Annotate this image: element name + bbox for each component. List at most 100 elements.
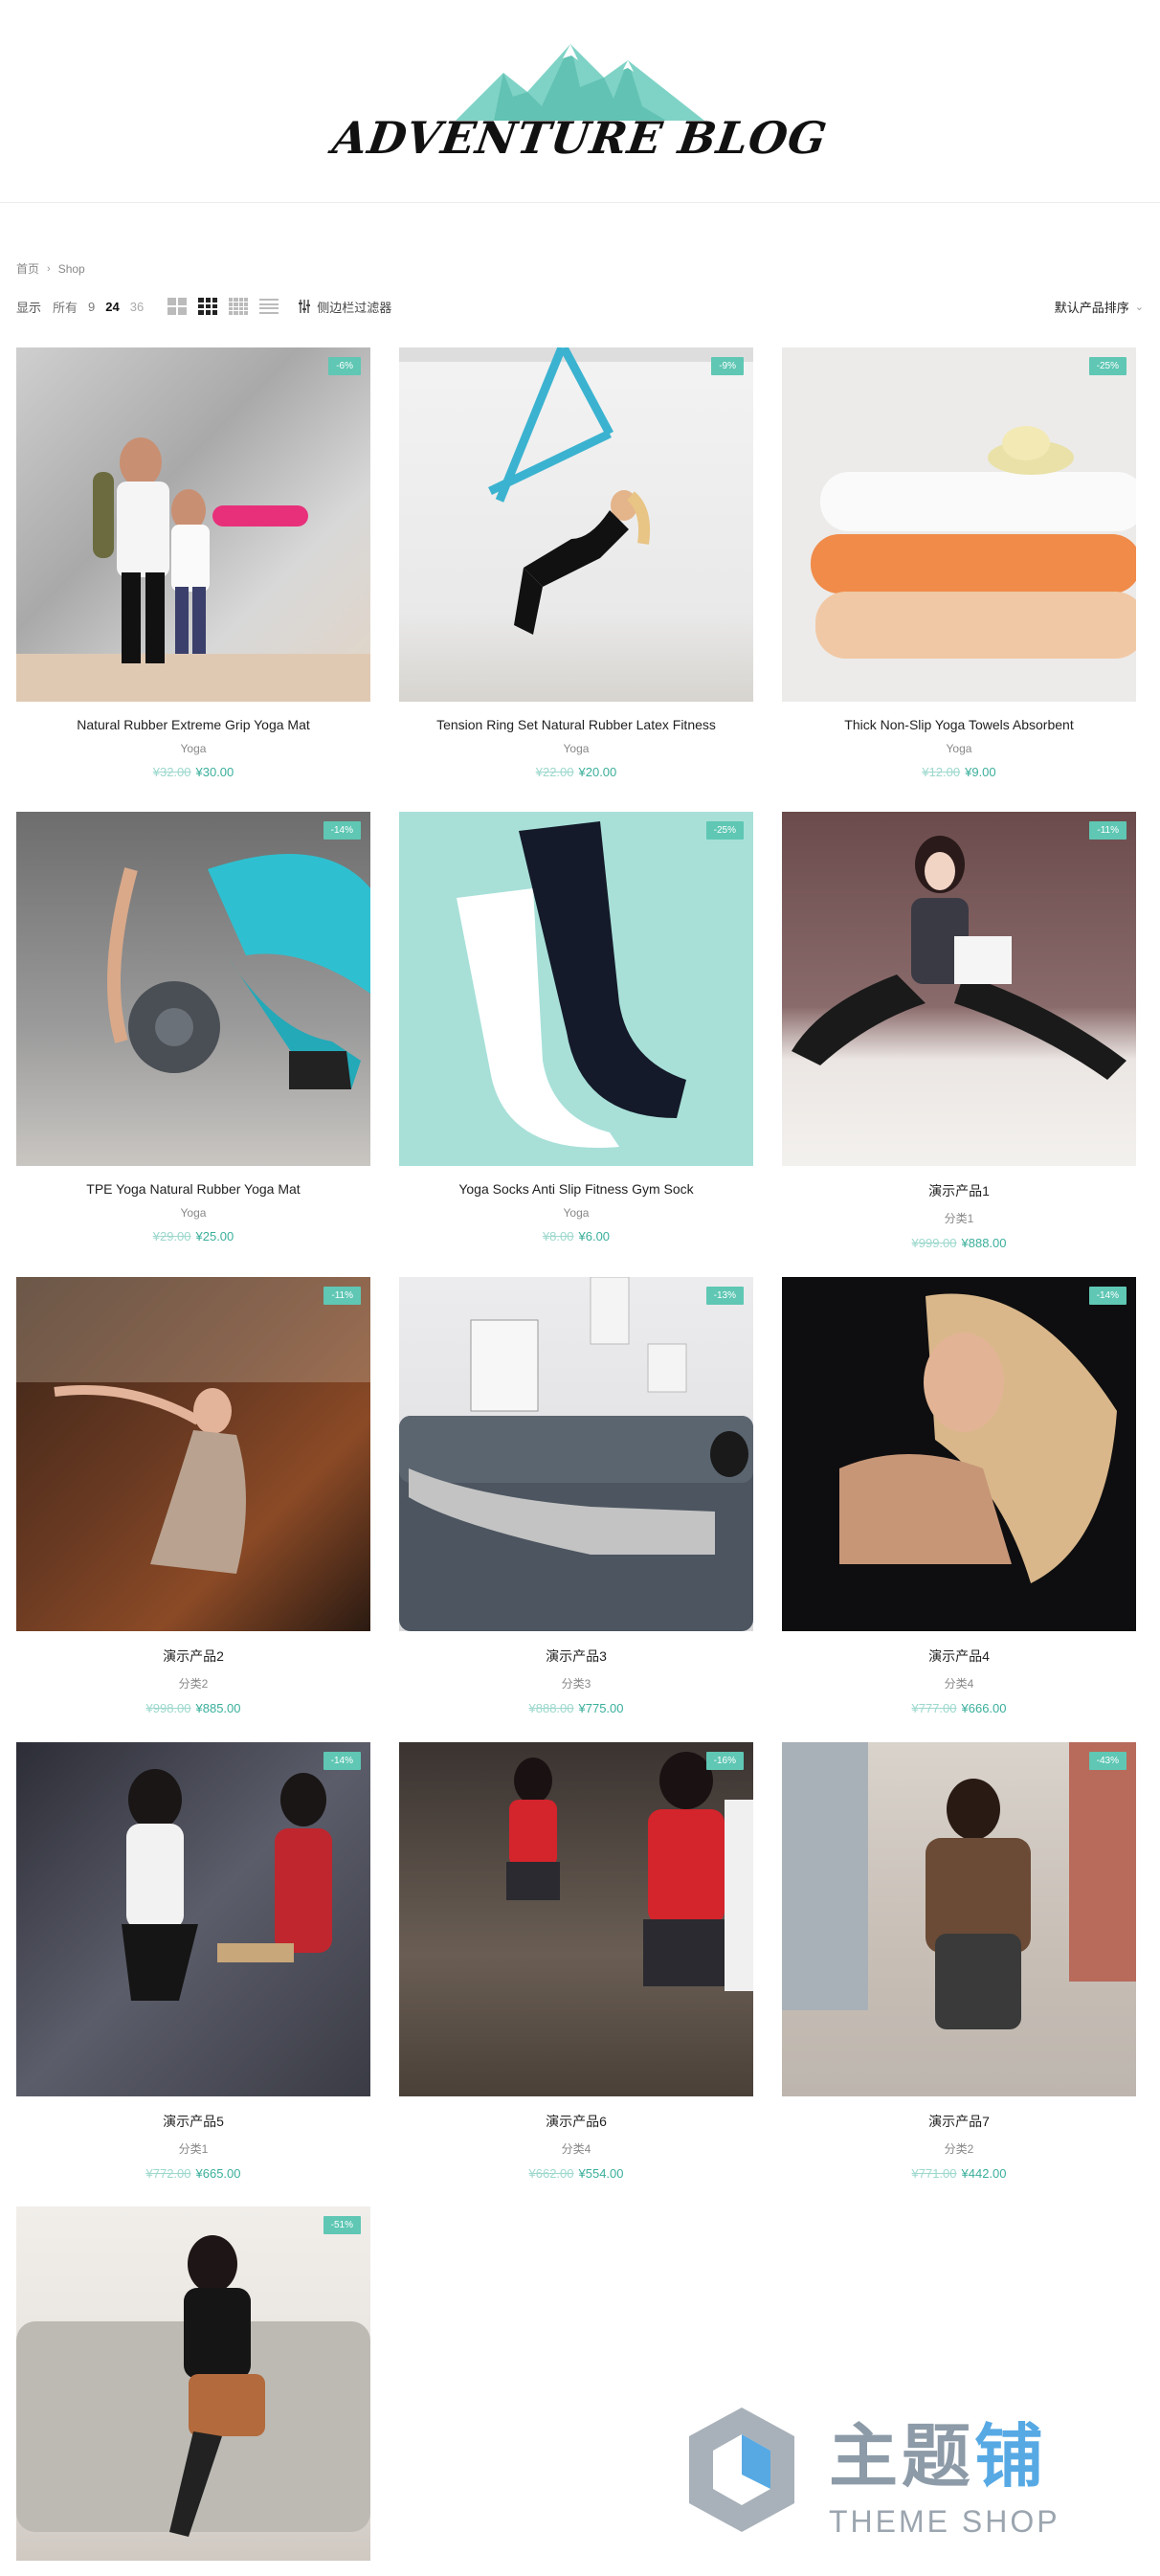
product-card[interactable]: -16% 演示产品6 分类4 ¥662.00 ¥554.00	[399, 1742, 753, 2181]
product-name[interactable]: TPE Yoga Natural Rubber Yoga Mat	[16, 1181, 370, 1197]
product-price: ¥888.00 ¥775.00	[399, 1701, 753, 1715]
breadcrumb-current: Shop	[57, 261, 85, 276]
product-image[interactable]: -16%	[399, 1742, 753, 2096]
watermark-en: THEME SHOP	[829, 2504, 1060, 2539]
per-page-24[interactable]: 24	[105, 300, 119, 314]
product-card[interactable]: -14% 演示产品5 分类1 ¥772.00 ¥665.00	[16, 1742, 370, 2181]
product-price: ¥29.00 ¥25.00	[16, 1229, 370, 1243]
show-label: 显示	[16, 300, 42, 315]
list-view-icon[interactable]	[259, 299, 279, 314]
old-price: ¥998.00	[145, 1701, 191, 1715]
product-image[interactable]: -14%	[16, 1742, 370, 2096]
product-card[interactable]: -43% 演示产品7 分类2 ¥771.00 ¥442.00	[782, 1742, 1136, 2181]
product-category[interactable]: Yoga	[399, 1206, 753, 1220]
watermark-cn: 主题铺	[829, 2416, 1048, 2497]
product-image[interactable]: -43%	[782, 1742, 1136, 2096]
product-name[interactable]: 演示产品7	[782, 2112, 1136, 2131]
product-price: ¥8.00 ¥6.00	[399, 1229, 753, 1243]
sale-price: ¥6.00	[578, 1229, 611, 1243]
breadcrumb-home-link[interactable]: 首页	[16, 260, 39, 277]
product-image[interactable]: -6%	[16, 347, 370, 702]
product-card[interactable]: -11% 演示产品2 分类2 ¥998.00 ¥885.00	[16, 1277, 370, 1715]
product-category[interactable]: 分类1	[782, 1210, 1136, 1226]
discount-badge: -43%	[1088, 1752, 1127, 1770]
grid-2-icon[interactable]	[167, 298, 188, 315]
sale-price: ¥885.00	[195, 1701, 241, 1715]
product-card[interactable]: -6% Natural Rubber Extreme Grip Yoga Mat…	[16, 347, 370, 779]
discount-badge: -14%	[323, 1752, 361, 1770]
per-page-all[interactable]: 所有	[53, 298, 78, 316]
product-image[interactable]: -14%	[16, 812, 370, 1166]
product-name[interactable]: Thick Non-Slip Yoga Towels Absorbent	[782, 717, 1136, 732]
product-name[interactable]: Natural Rubber Extreme Grip Yoga Mat	[16, 717, 370, 732]
product-name[interactable]: 演示产品5	[16, 2112, 370, 2131]
sale-price: ¥25.00	[195, 1229, 234, 1243]
product-name[interactable]: 演示产品2	[16, 1646, 370, 1666]
old-price: ¥777.00	[911, 1701, 957, 1715]
product-category[interactable]: 分类4	[782, 1675, 1136, 1691]
old-price: ¥771.00	[911, 2166, 957, 2181]
product-category[interactable]: Yoga	[782, 742, 1136, 755]
per-page-36[interactable]: 36	[130, 300, 144, 314]
grid-4-icon[interactable]	[229, 298, 249, 315]
product-category[interactable]: Yoga	[16, 742, 370, 755]
product-category[interactable]: 分类4	[399, 2140, 753, 2157]
product-card[interactable]: -25% Thick Non-Slip Yoga Towels Absorben…	[782, 347, 1136, 779]
old-price: ¥22.00	[535, 765, 574, 779]
product-name[interactable]: 演示产品1	[782, 1181, 1136, 1200]
sale-price: ¥442.00	[961, 2166, 1007, 2181]
discount-badge: -51%	[323, 2216, 361, 2234]
product-name[interactable]: Yoga Socks Anti Slip Fitness Gym Sock	[399, 1181, 753, 1197]
product-card[interactable]: -51%	[16, 2206, 370, 2561]
sale-price: ¥9.00	[965, 765, 996, 779]
product-card[interactable]: -11% 演示产品1 分类1 ¥999.00 ¥888.00	[782, 812, 1136, 1250]
product-image[interactable]: -13%	[399, 1277, 753, 1631]
old-price: ¥8.00	[542, 1229, 574, 1243]
grid-3-icon[interactable]	[198, 298, 218, 315]
filter-label: 侧边栏过滤器	[317, 300, 392, 315]
product-name[interactable]: 演示产品6	[399, 2112, 753, 2131]
product-image[interactable]: -11%	[782, 812, 1136, 1166]
discount-badge: -6%	[328, 357, 361, 375]
product-category[interactable]: 分类2	[782, 2140, 1136, 2157]
product-card[interactable]: -13% 演示产品3 分类3 ¥888.00 ¥775.00	[399, 1277, 753, 1715]
sale-price: ¥30.00	[195, 765, 234, 779]
product-image[interactable]: -9%	[399, 347, 753, 702]
product-price: ¥662.00 ¥554.00	[399, 2166, 753, 2181]
sale-price: ¥775.00	[578, 1701, 624, 1715]
product-image[interactable]: -25%	[782, 347, 1136, 702]
product-price: ¥12.00 ¥9.00	[782, 765, 1136, 779]
product-image[interactable]: -14%	[782, 1277, 1136, 1631]
product-image[interactable]: -51%	[16, 2206, 370, 2561]
product-name[interactable]: Tension Ring Set Natural Rubber Latex Fi…	[399, 717, 753, 732]
product-name[interactable]: 演示产品3	[399, 1646, 753, 1666]
old-price: ¥772.00	[145, 2166, 191, 2181]
product-category[interactable]: Yoga	[399, 742, 753, 755]
site-header: ADVENTURE BLOG	[0, 0, 1160, 203]
product-image[interactable]: -25%	[399, 812, 753, 1166]
chevron-right-icon: ›	[47, 262, 51, 275]
product-image[interactable]: -11%	[16, 1277, 370, 1631]
sort-dropdown[interactable]: 默认产品排序 ⌄	[1055, 298, 1144, 316]
breadcrumb: 首页 › Shop	[16, 260, 85, 277]
old-price: ¥662.00	[528, 2166, 574, 2181]
product-card[interactable]: -14% 演示产品4 分类4 ¥777.00 ¥666.00	[782, 1277, 1136, 1715]
product-price: ¥22.00 ¥20.00	[399, 765, 753, 779]
product-category[interactable]: 分类3	[399, 1675, 753, 1691]
product-card[interactable]: -14% TPE Yoga Natural Rubber Yoga Mat Yo…	[16, 812, 370, 1243]
site-logo[interactable]: ADVENTURE BLOG	[329, 39, 831, 164]
sort-label: 默认产品排序	[1054, 300, 1129, 315]
product-card[interactable]: -25% Yoga Socks Anti Slip Fitness Gym So…	[399, 812, 753, 1243]
product-name[interactable]: 演示产品4	[782, 1646, 1136, 1666]
product-category[interactable]: 分类2	[16, 1675, 370, 1691]
sale-price: ¥554.00	[578, 2166, 624, 2181]
discount-badge: -11%	[323, 1287, 361, 1305]
old-price: ¥999.00	[911, 1236, 957, 1250]
old-price: ¥32.00	[152, 765, 191, 779]
product-category[interactable]: 分类1	[16, 2140, 370, 2157]
product-price: ¥777.00 ¥666.00	[782, 1701, 1136, 1715]
per-page-9[interactable]: 9	[88, 300, 95, 314]
sidebar-filter-button[interactable]: 侧边栏过滤器	[298, 298, 391, 316]
product-category[interactable]: Yoga	[16, 1206, 370, 1220]
product-card[interactable]: -9% Tension Ring Set Natural Rubber Late…	[399, 347, 753, 779]
